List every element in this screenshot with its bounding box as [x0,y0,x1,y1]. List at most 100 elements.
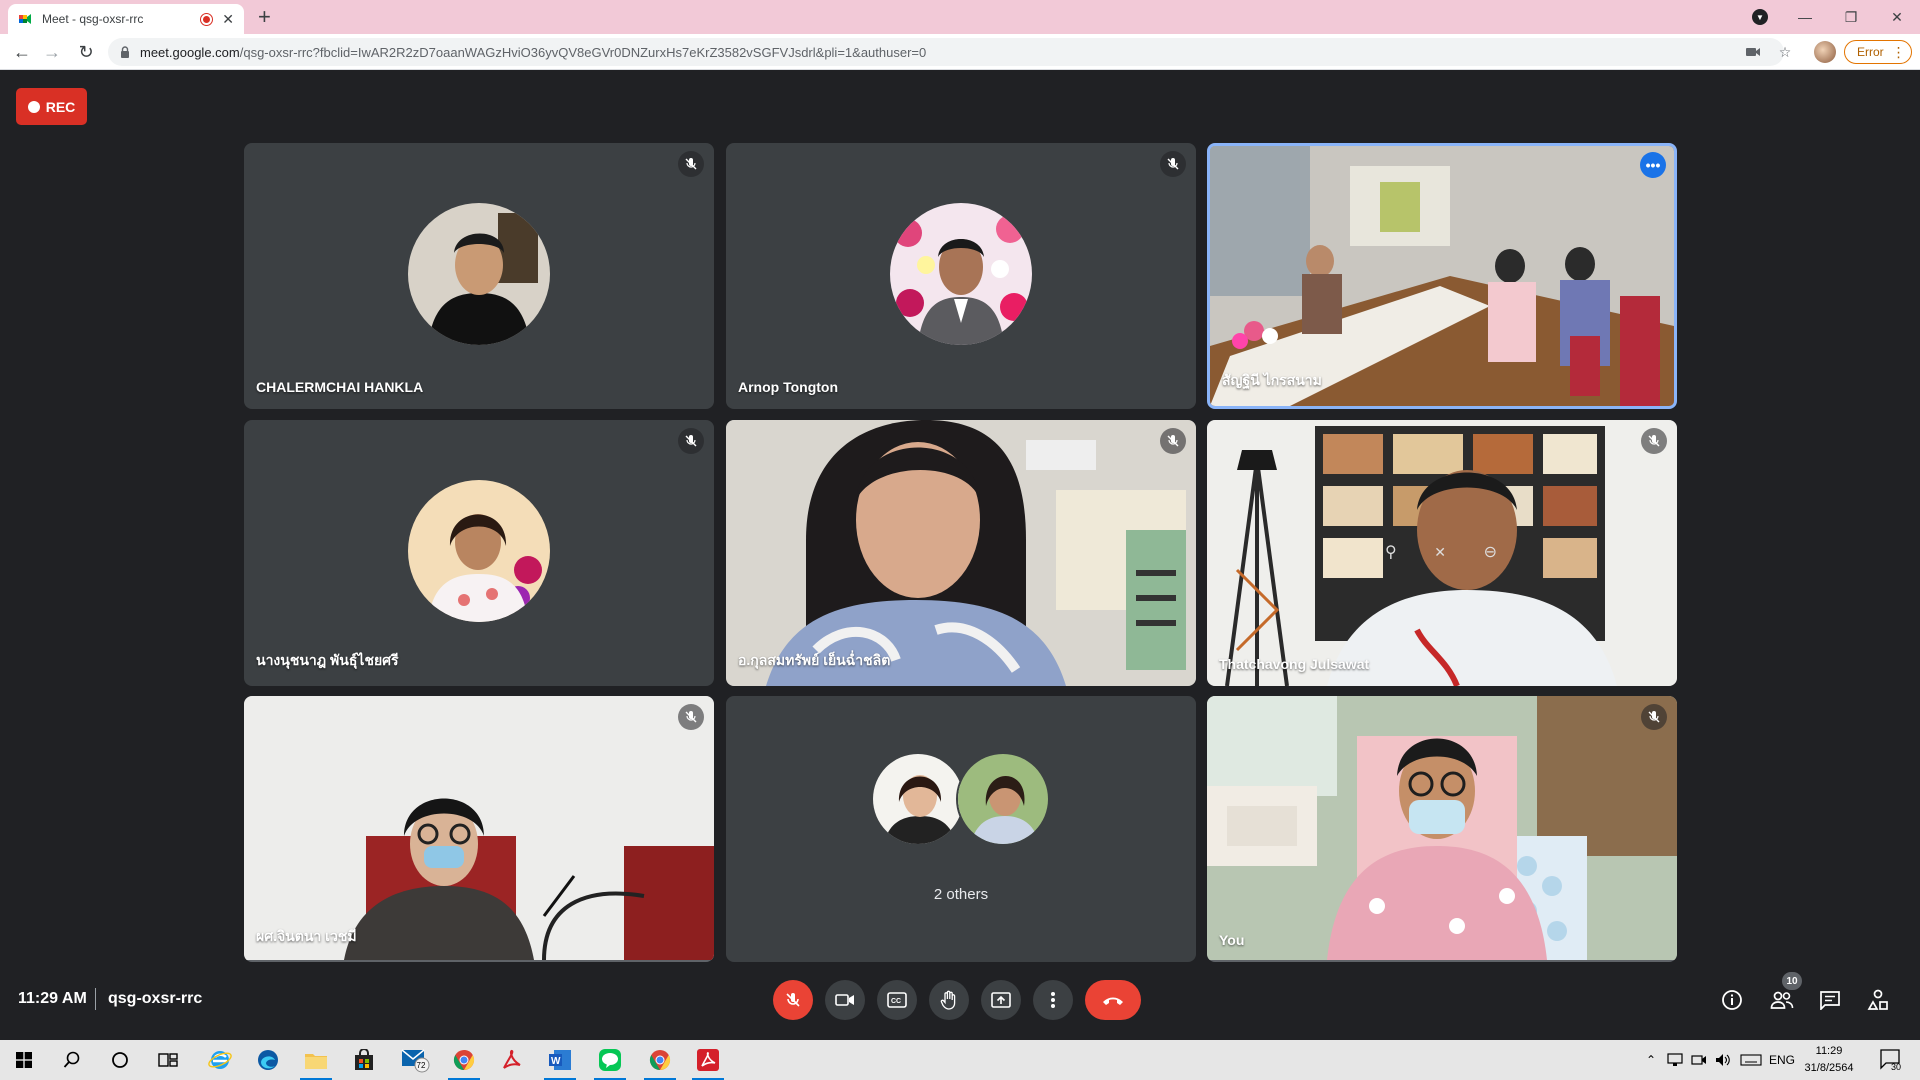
pin-icon[interactable]: ⚲ [1385,542,1397,562]
reload-icon[interactable]: ↻ [74,40,98,64]
tab-search-icon[interactable]: ▼ [1752,9,1768,25]
tab-title: Meet - qsg-oxsr-rrc [42,12,144,26]
chat-button[interactable] [1816,986,1844,1014]
word-icon[interactable]: W [536,1040,584,1080]
notifications-icon[interactable]: 30 [1872,1040,1912,1080]
back-arrow-icon[interactable]: ← [10,40,34,64]
participant-avatar [408,480,550,622]
others-tile[interactable]: 2 others [726,696,1196,962]
toggle-camera-button[interactable] [825,980,865,1020]
profile-error-chip[interactable]: Error ⋮ [1844,40,1912,64]
close-window-button[interactable]: ✕ [1874,0,1920,34]
network-icon[interactable] [1664,1040,1686,1080]
input-language[interactable]: ENG [1766,1040,1798,1080]
line-app-icon[interactable] [586,1040,634,1080]
mic-off-icon [1641,704,1667,730]
participant-name: สัญฐินี ไกรสนาม [1222,372,1322,388]
participant-avatar [408,203,550,345]
participant-tile[interactable]: ผศ.จินตนา เวชมี [244,696,714,962]
windows-start-icon[interactable] [0,1040,48,1080]
recording-indicator-icon [201,13,213,25]
present-screen-button[interactable] [981,980,1021,1020]
participant-name: Arnop Tongton [738,379,839,395]
profile-avatar[interactable] [1814,41,1836,63]
info-icon [1722,990,1742,1010]
system-clock[interactable]: 11:29 31/8/2564 [1798,1043,1860,1077]
chrome-icon[interactable] [636,1040,684,1080]
internet-explorer-icon[interactable] [196,1040,244,1080]
task-view-icon[interactable] [144,1040,192,1080]
self-tile[interactable]: You [1207,696,1677,962]
camera-blocked-icon[interactable] [1744,44,1762,60]
store-icon[interactable] [340,1040,388,1080]
search-icon[interactable] [48,1040,96,1080]
tab-close-icon[interactable]: ✕ [222,11,234,28]
raise-hand-button[interactable] [929,980,969,1020]
file-explorer-icon[interactable] [292,1040,340,1080]
captions-button[interactable]: CC [877,980,917,1020]
lock-icon [121,46,129,58]
participant-name: CHALERMCHAI HANKLA [256,379,424,395]
divider [95,988,96,1010]
svg-text:CC: CC [891,998,901,1005]
hand-icon [940,990,956,1010]
mic-off-icon [678,704,704,730]
activities-button[interactable] [1864,986,1892,1014]
participant-tile[interactable]: Arnop Tongton [726,143,1196,409]
participant-tile[interactable]: ⚲ ✕ ⊖ Thatchavong Julsawat [1207,420,1677,686]
participant-name: Thatchavong Julsawat [1219,656,1370,672]
browser-tab-meet[interactable]: Meet - qsg-oxsr-rrc ✕ [8,4,244,34]
mic-off-icon [786,993,800,1007]
participants-button[interactable] [1768,986,1796,1014]
mic-off-icon [1160,428,1186,454]
leave-call-button[interactable] [1085,980,1141,1020]
participant-tile[interactable]: นางนุชนาฎ พันธุ์ไชยศรี [244,420,714,686]
meeting-time: 11:29 AM [18,990,87,1007]
windows-taskbar: 72 W ⌃ ENG 11:29 31/8/2564 30 [0,1040,1920,1080]
video-feed [1210,146,1674,406]
record-dot-icon [27,100,40,113]
keyboard-icon[interactable] [1738,1040,1764,1080]
more-options-button[interactable] [1033,980,1073,1020]
show-hidden-icons-icon[interactable]: ⌃ [1640,1040,1662,1080]
toggle-mic-button[interactable] [773,980,813,1020]
forward-arrow-icon[interactable]: → [40,40,64,64]
restore-button[interactable]: ❐ [1828,0,1874,34]
new-tab-button[interactable]: + [258,4,271,30]
mute-participant-icon[interactable]: ✕ [1434,544,1446,561]
meeting-details-button[interactable] [1718,986,1746,1014]
edge-icon[interactable] [244,1040,292,1080]
participant-tile-active[interactable]: ••• สัญฐินี ไกรสนาม [1207,143,1677,409]
acrobat-icon[interactable] [684,1040,732,1080]
participant-tile[interactable]: อ.กุลสมทรัพย์ เย็นฉ่ำชลิต [726,420,1196,686]
tile-more-options-icon[interactable]: ••• [1640,152,1666,178]
volume-icon[interactable] [1712,1040,1734,1080]
participant-name: You [1219,932,1245,948]
other-participant-avatar [871,752,965,846]
cortana-icon[interactable] [96,1040,144,1080]
meeting-code: qsg-oxsr-rrc [108,990,203,1007]
chat-icon [1820,991,1840,1010]
address-bar[interactable]: meet.google.com/qsg-oxsr-rrc?fbclid=IwAR… [108,38,1784,66]
remove-participant-icon[interactable]: ⊖ [1484,542,1497,562]
tab-strip: Meet - qsg-oxsr-rrc ✕ + ▼ — ❐ ✕ [0,0,1920,34]
mail-icon[interactable]: 72 [392,1040,440,1080]
minimize-button[interactable]: — [1782,0,1828,34]
mic-off-icon [678,428,704,454]
mic-off-icon [1160,151,1186,177]
chrome-profile-icon[interactable] [440,1040,488,1080]
participant-avatar [890,203,1032,345]
participant-tile[interactable]: CHALERMCHAI HANKLA [244,143,714,409]
chrome-menu-icon[interactable]: ⋮ [1892,44,1906,61]
other-participant-avatar [956,752,1050,846]
acrobat-reader-icon[interactable] [488,1040,536,1080]
clock-time: 11:29 [1815,1045,1843,1057]
browser-toolbar: ← → ↻ meet.google.com/qsg-oxsr-rrc?fbcli… [0,34,1920,70]
bookmark-star-icon[interactable]: ☆ [1776,44,1794,60]
url-host: meet.google.com [140,44,240,60]
video-feed [1207,696,1677,960]
participant-name: นางนุชนาฎ พันธุ์ไชยศรี [256,652,399,668]
camera-tray-icon[interactable] [1688,1040,1710,1080]
recording-badge[interactable]: REC [16,88,87,125]
notification-count: 30 [1891,1062,1901,1072]
